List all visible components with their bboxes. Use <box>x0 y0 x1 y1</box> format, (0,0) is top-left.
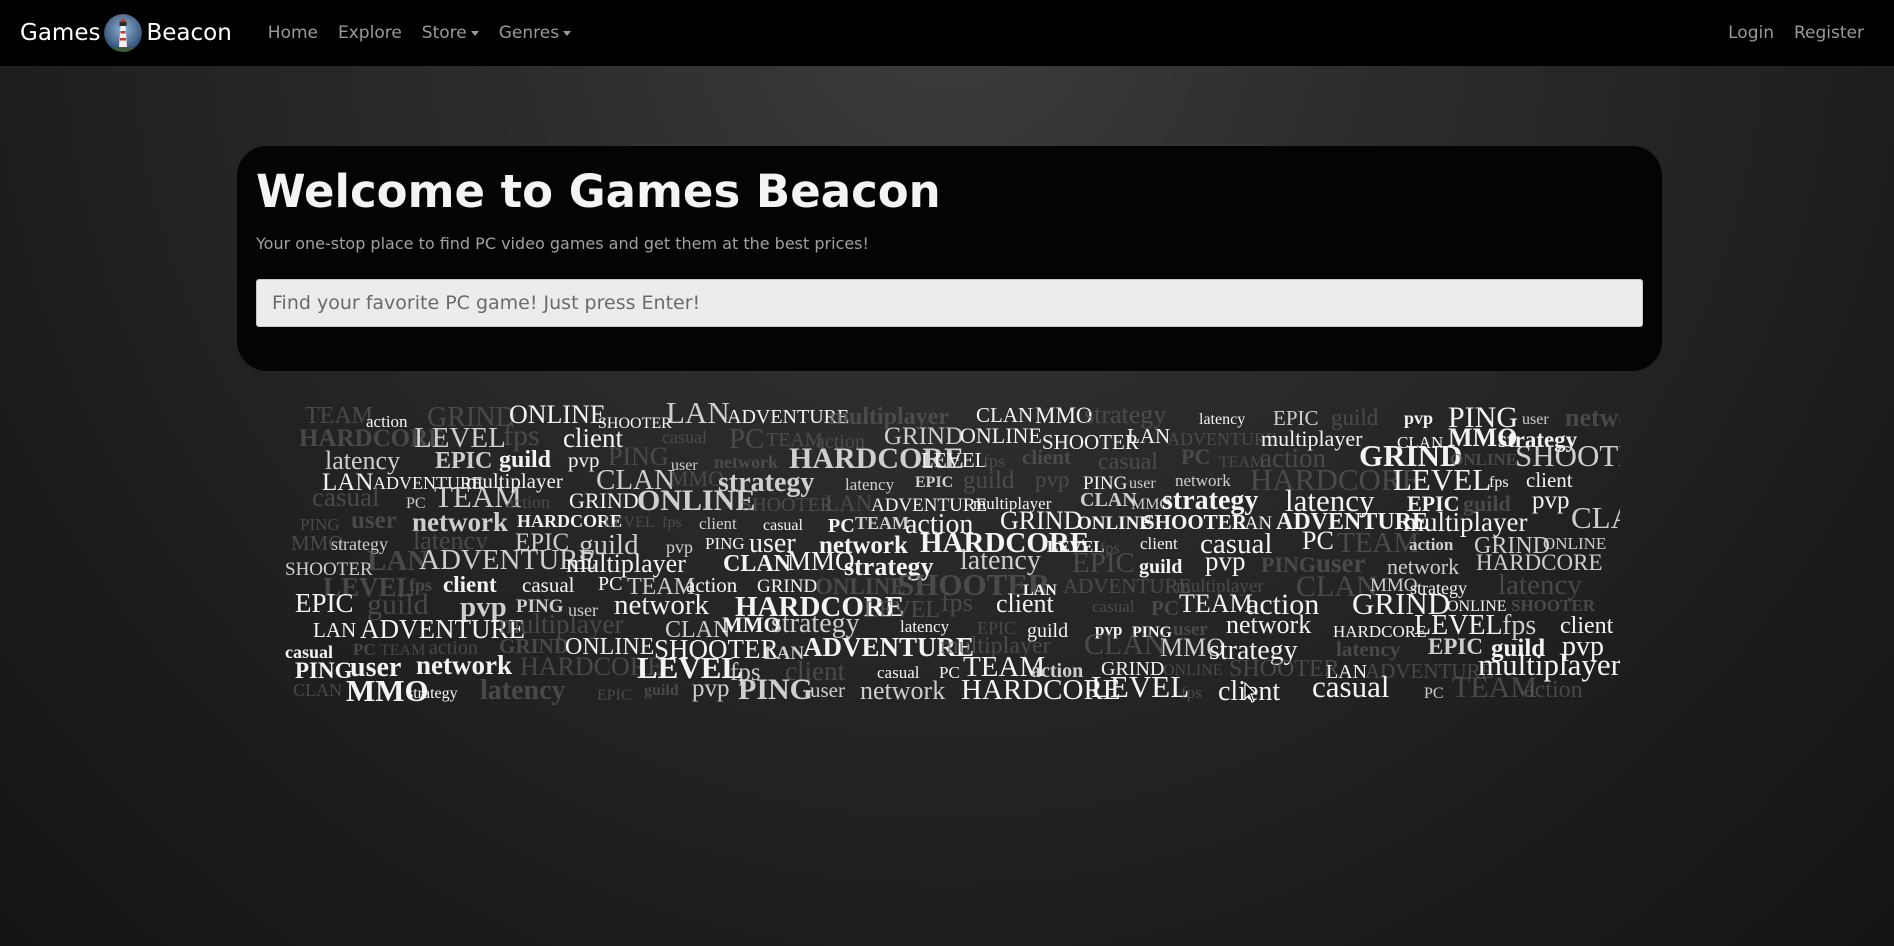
word-cloud-word: pvp <box>1205 546 1246 576</box>
word-cloud-word: ADVENTURE <box>1063 574 1191 598</box>
word-cloud-word: casual <box>1312 669 1389 704</box>
word-cloud-word: casual <box>1098 449 1158 475</box>
page-title: Welcome to Games Beacon <box>256 165 941 218</box>
word-cloud-word: PC <box>729 423 764 455</box>
mouse-pointer-icon <box>1244 681 1258 708</box>
word-cloud-word: network <box>860 676 945 705</box>
word-cloud-word: user <box>351 507 397 534</box>
nav-store-dropdown[interactable]: Store <box>422 23 479 43</box>
word-cloud-word: pvp <box>1532 487 1570 514</box>
word-cloud-word: client <box>1022 445 1071 469</box>
hero-panel: Welcome to Games Beacon Your one-stop pl… <box>237 146 1662 371</box>
word-cloud-word: GRIND <box>569 488 639 513</box>
page-subtitle: Your one-stop place to find PC video gam… <box>256 233 869 253</box>
word-cloud-word: casual <box>662 427 707 447</box>
word-cloud-word: client <box>996 589 1055 618</box>
main-nav: Home Explore Store Genres <box>258 23 581 43</box>
word-cloud-word: pvp <box>692 675 730 702</box>
word-cloud-word: pvp <box>568 448 600 472</box>
gaming-word-cloud: TEAM action GRIND ONLINE SHOOTER LAN ADVENTURE… <box>280 395 1658 730</box>
word-cloud-word: CLAN <box>1084 628 1166 661</box>
word-cloud-word: action <box>1524 677 1583 703</box>
word-cloud-word: fps <box>662 514 682 531</box>
login-link[interactable]: Login <box>1728 23 1774 43</box>
word-cloud-word: TEAM <box>855 513 909 533</box>
brand-link[interactable]: Games Beacon <box>20 14 232 52</box>
nav-explore-link[interactable]: Explore <box>338 23 402 43</box>
word-cloud-word: SHOOTER <box>741 494 834 516</box>
word-cloud-word: client <box>699 514 737 533</box>
game-search-input[interactable] <box>256 278 1643 327</box>
word-cloud-canvas: TEAM action GRINDONLINESHOOTER LAN ADVENTURE… <box>285 395 1658 708</box>
word-cloud-word: LAN <box>313 618 356 642</box>
brand-name-right: Beacon <box>146 20 232 46</box>
word-cloud-word: LAN <box>666 400 730 430</box>
word-cloud-word: fps <box>1181 683 1202 702</box>
word-cloud-word: guild <box>963 467 1015 494</box>
word-cloud-word: EPIC <box>1428 634 1483 659</box>
word-cloud-word: user <box>810 678 845 702</box>
word-cloud-word: CLAN <box>1080 489 1137 511</box>
word-cloud-word: pvp <box>1035 467 1070 492</box>
auth-nav: Login Register <box>1718 23 1874 43</box>
navbar: Games Beacon Home Explore Store Genres L… <box>0 0 1894 66</box>
register-link[interactable]: Register <box>1794 23 1864 43</box>
word-cloud-word: CLAN <box>293 680 342 700</box>
nav-genres-label: Genres <box>498 23 560 43</box>
word-cloud-word: PC <box>1151 596 1179 620</box>
nav-genres-dropdown[interactable]: Genres <box>498 23 572 43</box>
word-cloud-word: CLAN <box>1571 500 1620 535</box>
word-cloud-word: action <box>506 492 550 512</box>
word-cloud-word: PING <box>738 673 813 706</box>
brand-name-left: Games <box>20 20 101 46</box>
word-cloud-word: action <box>1409 535 1454 554</box>
word-cloud-word: fps <box>1489 474 1509 491</box>
word-cloud-word: EPIC <box>915 474 953 491</box>
word-cloud-word: fps <box>941 588 973 617</box>
word-cloud-word: latency <box>1199 411 1245 428</box>
nav-store-label: Store <box>421 23 467 43</box>
nav-home-link[interactable]: Home <box>268 23 318 43</box>
word-cloud-word: latency <box>1336 637 1401 661</box>
word-cloud-word: PC <box>1424 685 1444 702</box>
word-cloud-word: LEVEL <box>1091 669 1189 704</box>
word-cloud-word: casual <box>522 573 575 597</box>
word-cloud-word: EPIC <box>295 588 354 618</box>
word-cloud-word: pvp <box>1404 408 1433 428</box>
word-cloud-word: client <box>1140 534 1178 553</box>
lighthouse-logo-icon <box>104 14 143 52</box>
word-cloud-word: casual <box>1092 597 1135 616</box>
word-cloud-word: EPIC <box>597 687 632 704</box>
word-cloud-word: guild <box>644 682 679 699</box>
chevron-down-icon <box>563 30 572 36</box>
word-cloud-word: ONLINE <box>637 484 755 517</box>
word-cloud-word: latency <box>480 675 566 706</box>
word-cloud-word: user <box>1522 411 1549 428</box>
word-cloud-word: LAN <box>1127 424 1170 448</box>
word-cloud-word: strategy <box>407 685 458 702</box>
word-cloud-word: PC <box>1181 444 1210 469</box>
chevron-down-icon <box>470 30 479 36</box>
